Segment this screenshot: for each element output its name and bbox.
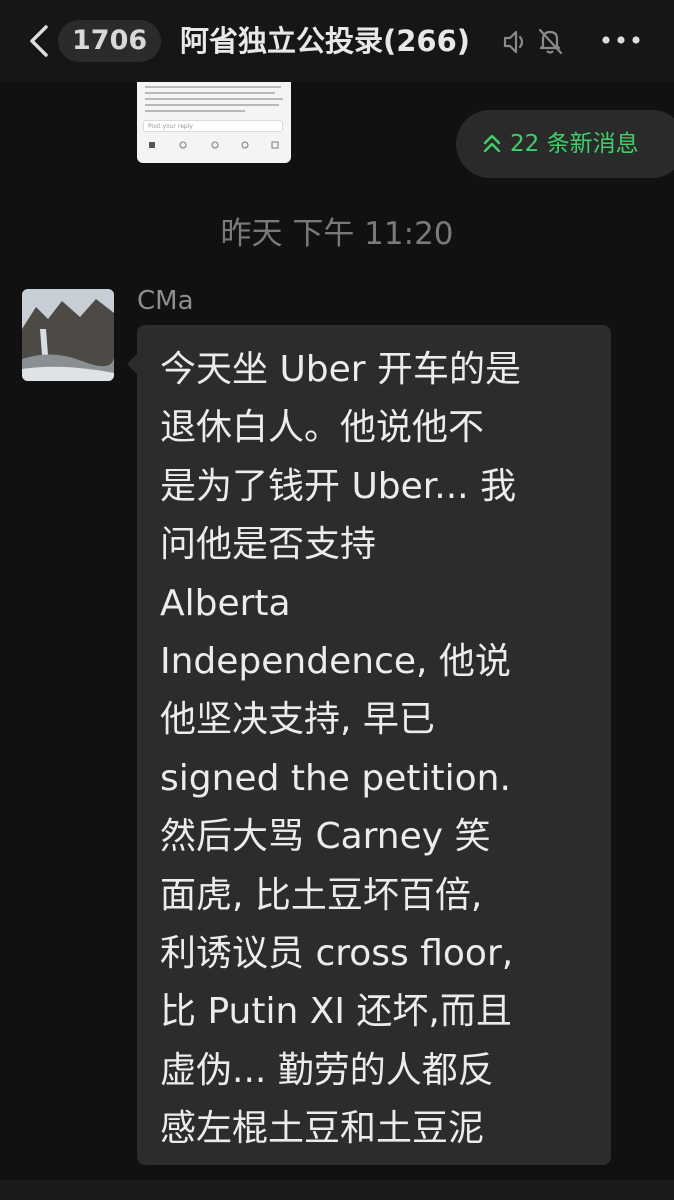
bell-muted-icon bbox=[538, 28, 563, 55]
message-bubble[interactable]: 今天坐 Uber 开车的是 退休白人。他说他不 是为了钱开 Uber... 我问他是… bbox=[137, 325, 611, 1165]
message-line: Independence, 他说 bbox=[160, 640, 511, 682]
input-bar-edge bbox=[0, 1180, 674, 1200]
message-line: 比 Putin XI 还坏,而且 bbox=[160, 991, 512, 1033]
double-chevron-up-icon bbox=[483, 134, 501, 153]
message-line: signed the petition. bbox=[160, 757, 511, 799]
message-line: 利诱议员 cross floor, bbox=[160, 932, 514, 974]
bubble-tail bbox=[127, 354, 137, 374]
reply-input-preview: Post your reply bbox=[143, 120, 283, 132]
chat-title: 阿省独立公投录(266) bbox=[180, 24, 471, 58]
message-line: 面虎, 比土豆坏百倍, bbox=[160, 874, 483, 916]
message-line: Alberta bbox=[160, 582, 291, 624]
chat-header: 1706 阿省独立公投录(266) bbox=[0, 0, 674, 82]
thumbnail-nav-icons bbox=[149, 141, 279, 149]
avatar[interactable] bbox=[22, 289, 114, 381]
sender-name[interactable]: CMa bbox=[137, 284, 194, 318]
message-text: 今天坐 Uber 开车的是 退休白人。他说他不 是为了钱开 Uber... 我问他是… bbox=[160, 341, 600, 1158]
message-line: 是为了钱开 Uber... 我 bbox=[160, 465, 517, 507]
message-timestamp: 昨天 下午 11:20 bbox=[220, 216, 454, 252]
avatar-image bbox=[22, 289, 114, 381]
new-messages-label: 22 条新消息 bbox=[510, 131, 639, 157]
message-line: 问他是否支持 bbox=[160, 524, 377, 566]
message-line: 退休白人。他说他不 bbox=[160, 407, 485, 449]
more-icon[interactable] bbox=[600, 30, 642, 50]
message-line: 虚伪... 勤劳的人都反 bbox=[160, 1049, 494, 1091]
shared-screenshot-thumbnail[interactable]: Post your reply bbox=[137, 82, 291, 163]
back-icon[interactable] bbox=[26, 24, 52, 58]
message-line: 他坚决支持, 早已 bbox=[160, 699, 435, 741]
message-line: 然后大骂 Carney 笑 bbox=[160, 816, 491, 858]
message-line: 感左棍土豆和土豆泥 bbox=[160, 1108, 485, 1150]
message-line: 今天坐 Uber 开车的是 bbox=[160, 349, 522, 390]
speaker-off-icon bbox=[503, 30, 524, 54]
unread-count-badge[interactable]: 1706 bbox=[58, 20, 162, 62]
new-messages-button[interactable]: 22 条新消息 bbox=[456, 110, 674, 178]
